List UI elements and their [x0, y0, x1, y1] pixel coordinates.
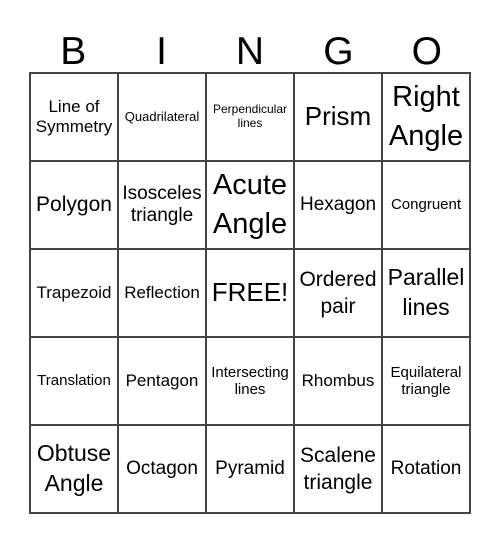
bingo-header: B I N G O [29, 28, 471, 76]
bingo-cell: Rotation [382, 425, 470, 513]
header-letter-i: I [156, 30, 167, 73]
bingo-cell: Congruent [382, 161, 470, 249]
bingo-cell: Ordered pair [294, 249, 382, 337]
header-letter-g: G [323, 30, 354, 73]
bingo-cell: Octagon [118, 425, 206, 513]
bingo-cell: Perpendicular lines [206, 73, 294, 161]
bingo-cell: Quadrilateral [118, 73, 206, 161]
bingo-cell: Parallel lines [382, 249, 470, 337]
bingo-cell: Reflection [118, 249, 206, 337]
bingo-cell: Prism [294, 73, 382, 161]
header-letter-b: B [60, 30, 87, 73]
bingo-cell: Pyramid [206, 425, 294, 513]
bingo-cell: Line of Symmetry [30, 73, 118, 161]
header-letter-n: N [235, 30, 265, 73]
bingo-cell: Obtuse Angle [30, 425, 118, 513]
bingo-grid: Line of Symmetry Quadrilateral Perpendic… [29, 72, 471, 514]
bingo-cell: Right Angle [382, 73, 470, 161]
free-space: FREE! [206, 249, 294, 337]
bingo-cell: Pentagon [118, 337, 206, 425]
bingo-cell: Intersecting lines [206, 337, 294, 425]
bingo-cell: Rhombus [294, 337, 382, 425]
bingo-cell: Equilateral triangle [382, 337, 470, 425]
bingo-cell: Acute Angle [206, 161, 294, 249]
bingo-cell: Hexagon [294, 161, 382, 249]
bingo-cell: Trapezoid [30, 249, 118, 337]
header-letter-o: O [411, 30, 442, 73]
bingo-cell: Translation [30, 337, 118, 425]
bingo-cell: Polygon [30, 161, 118, 249]
bingo-cell: Isosceles triangle [118, 161, 206, 249]
bingo-cell: Scalene triangle [294, 425, 382, 513]
